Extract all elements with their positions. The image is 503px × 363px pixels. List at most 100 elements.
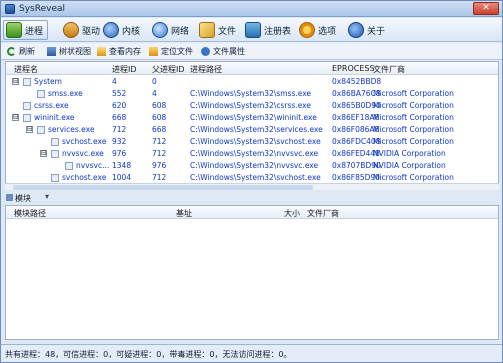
- table-row[interactable]: ⊟ nvvsvc.exe 976 712 C:\Windows\System32\nvv…: [6, 148, 498, 160]
- tab-driver[interactable]: 驱动: [61, 20, 104, 40]
- process-path: C:\Windows\System32\nvvsvc.exe: [190, 149, 319, 158]
- tree-expander-icon[interactable]: ⊟: [12, 78, 19, 85]
- process-file-icon: [65, 162, 73, 170]
- process-table: 进程名 进程ID 父进程ID 进程路径 EPROCESS 文件厂商 ⊟ Syste…: [5, 61, 499, 186]
- kernel-icon: [103, 22, 119, 38]
- process-vendor: Microsoft Corporation: [373, 113, 454, 122]
- process-name: svchost.exe: [62, 137, 107, 146]
- process-pid: 1348: [112, 161, 132, 170]
- file-properties-label: 文件属性: [213, 47, 245, 56]
- tree-expander-icon[interactable]: ⊟: [40, 150, 47, 157]
- app-logo-icon: [5, 4, 15, 14]
- process-vendor: Microsoft Corporation: [373, 101, 454, 110]
- refresh-icon: [7, 47, 16, 56]
- process-name: svchost.exe: [62, 173, 107, 182]
- table-row[interactable]: ⊟ System 4 0 0x8452BBD8: [6, 76, 498, 88]
- process-vendor: Microsoft Corporation: [373, 125, 454, 134]
- file-icon: [199, 22, 215, 38]
- tab-label: 选项: [318, 26, 337, 37]
- file-properties-icon: [201, 47, 210, 56]
- process-pid: 1004: [112, 173, 132, 182]
- process-name: csrss.exe: [34, 101, 69, 110]
- about-icon: [348, 22, 364, 38]
- tree-view-button[interactable]: 树状视图: [47, 45, 91, 58]
- process-name: services.exe: [48, 125, 95, 134]
- view-memory-button[interactable]: 查看内存: [97, 45, 141, 58]
- tab-label: 内核: [122, 26, 141, 37]
- memory-icon: [97, 47, 106, 56]
- table-row[interactable]: smss.exe 552 4 C:\Windows\System32\smss.exe…: [6, 88, 498, 100]
- tab-registry[interactable]: 注册表: [243, 20, 295, 40]
- table-row[interactable]: csrss.exe 620 608 C:\Windows\System32\csrss…: [6, 100, 498, 112]
- process-path: C:\Windows\System32\services.exe: [190, 125, 323, 134]
- tab-network[interactable]: 网络: [150, 20, 193, 40]
- tree-view-label: 树状视图: [59, 47, 91, 56]
- process-name: nvvsvc.exe: [62, 149, 104, 158]
- table-row[interactable]: nvvsvc... 1348 976 C:\Windows\System32\nvvs…: [6, 160, 498, 172]
- column-header-name[interactable]: 进程名: [14, 64, 38, 75]
- tree-expander-icon[interactable]: ⊟: [12, 114, 19, 121]
- process-ppid: 712: [152, 173, 167, 182]
- status-text: 共有进程：48，可信进程：0，可疑进程：0，带毒进程：0，无法访问进程：0。: [5, 350, 292, 359]
- process-ppid: 608: [152, 113, 167, 122]
- refresh-button[interactable]: 刷新: [7, 45, 35, 58]
- locate-file-button[interactable]: 定位文件: [149, 45, 193, 58]
- options-icon: [299, 22, 315, 38]
- modules-icon: [6, 194, 13, 201]
- column-header-module-vendor[interactable]: 文件厂商: [307, 208, 339, 219]
- modules-dropdown-icon[interactable]: ▾: [45, 192, 49, 201]
- process-path: C:\Windows\System32\smss.exe: [190, 89, 312, 98]
- title-bar: SysReveal ✕: [1, 1, 502, 17]
- tab-kernel[interactable]: 内核: [101, 20, 144, 40]
- modules-table: 模块路径 基址 大小 文件厂商: [5, 205, 499, 340]
- locate-file-label: 定位文件: [161, 47, 193, 56]
- process-pid: 552: [112, 89, 127, 98]
- process-file-icon: [23, 114, 31, 122]
- column-header-vendor[interactable]: 文件厂商: [373, 64, 405, 75]
- tab-file[interactable]: 文件: [197, 20, 240, 40]
- process-ppid: 976: [152, 161, 167, 170]
- view-memory-label: 查看内存: [109, 47, 141, 56]
- column-header-path[interactable]: 进程路径: [190, 64, 222, 75]
- column-header-module-path[interactable]: 模块路径: [14, 208, 46, 219]
- process-path: C:\Windows\System32\svchost.exe: [190, 173, 321, 182]
- close-button[interactable]: ✕: [473, 2, 499, 15]
- process-vendor: Microsoft Corporation: [373, 137, 454, 146]
- refresh-label: 刷新: [19, 47, 35, 56]
- modules-section-header: 模块 ▾: [5, 191, 499, 204]
- process-pid: 976: [112, 149, 127, 158]
- process-pid: 620: [112, 101, 127, 110]
- tab-process[interactable]: 进程: [3, 20, 49, 40]
- tab-label: 文件: [218, 26, 237, 37]
- column-header-base[interactable]: 基址: [176, 208, 192, 219]
- tab-about[interactable]: 关于: [346, 20, 389, 40]
- table-row[interactable]: ⊟ services.exe 712 668 C:\Windows\System32\s…: [6, 124, 498, 136]
- process-ppid: 4: [152, 89, 157, 98]
- process-name: smss.exe: [48, 89, 83, 98]
- table-row[interactable]: svchost.exe 932 712 C:\Windows\System32\svc…: [6, 136, 498, 148]
- table-row[interactable]: ⊟ wininit.exe 668 608 C:\Windows\System32\wi…: [6, 112, 498, 124]
- column-header-eprocess[interactable]: EPROCESS: [332, 64, 375, 73]
- process-ppid: 608: [152, 101, 167, 110]
- process-vendor: NVIDIA Corporation: [373, 161, 446, 170]
- process-path: C:\Windows\System32\csrss.exe: [190, 101, 311, 110]
- main-window: SysReveal ✕ 进程 驱动 内核 网络 文件 注册表 选项 关于 刷新 …: [0, 0, 503, 363]
- file-properties-button[interactable]: 文件属性: [201, 45, 245, 58]
- action-toolbar: 刷新 树状视图 查看内存 定位文件 文件属性: [1, 43, 502, 60]
- tab-options[interactable]: 选项: [297, 20, 340, 40]
- column-header-ppid[interactable]: 父进程ID: [152, 64, 185, 75]
- locate-file-icon: [149, 47, 158, 56]
- tab-label: 关于: [367, 26, 386, 37]
- process-pid: 668: [112, 113, 127, 122]
- tree-expander-icon[interactable]: ⊟: [26, 126, 33, 133]
- process-vendor: NVIDIA Corporation: [373, 149, 446, 158]
- process-name: System: [34, 77, 62, 86]
- process-file-icon: [51, 138, 59, 146]
- process-vendor: Microsoft Corporation: [373, 89, 454, 98]
- registry-icon: [245, 22, 261, 38]
- horizontal-scrollbar[interactable]: [5, 183, 499, 190]
- column-header-size[interactable]: 大小: [284, 208, 300, 219]
- column-header-pid[interactable]: 进程ID: [112, 64, 137, 75]
- scrollbar-thumb[interactable]: [13, 185, 313, 190]
- process-path: C:\Windows\System32\wininit.exe: [190, 113, 317, 122]
